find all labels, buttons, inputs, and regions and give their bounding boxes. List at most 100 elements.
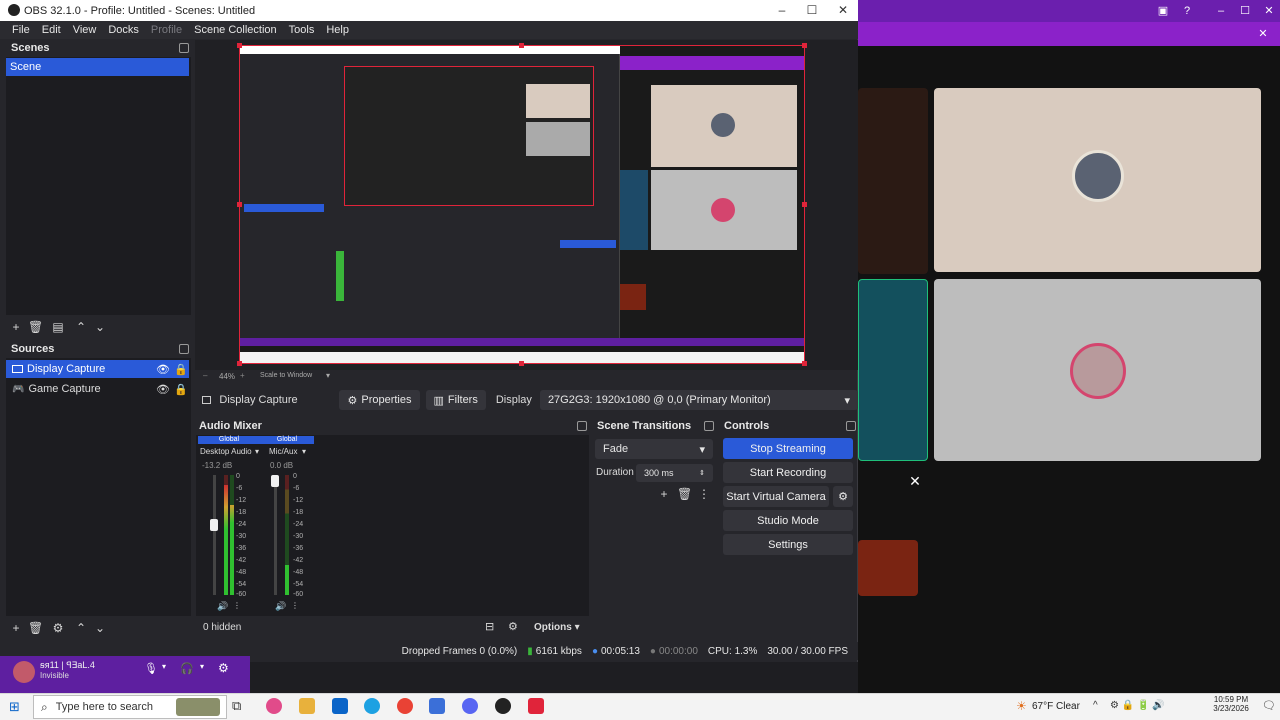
move-up-icon[interactable]: ⌃ xyxy=(74,621,88,635)
resize-handle[interactable] xyxy=(802,202,807,207)
weather-text[interactable]: 67°F Clear xyxy=(1032,701,1080,712)
studio-mode-button[interactable]: Studio Mode xyxy=(723,510,853,531)
menu-tools[interactable]: Tools xyxy=(283,24,321,36)
resize-handle[interactable] xyxy=(802,361,807,366)
obs-taskbar-icon[interactable] xyxy=(495,698,511,714)
taskbar-search-input[interactable]: ⌕ Type here to search xyxy=(33,695,227,719)
lock-icon[interactable]: 🔒 xyxy=(174,363,188,376)
chevron-down-icon[interactable]: ▾ xyxy=(255,447,259,456)
transition-select[interactable]: Fade ▾ xyxy=(595,439,713,459)
notification-icon[interactable]: 🗨 xyxy=(1262,699,1276,712)
scale-mode[interactable]: Scale to Window xyxy=(260,372,312,379)
remove-transition-icon[interactable]: 🗑 xyxy=(677,487,692,501)
volume-slider[interactable] xyxy=(213,475,216,595)
taskbar-clock[interactable]: 10:59 PM 3/23/2026 xyxy=(1206,695,1256,713)
minimize-icon[interactable]: – xyxy=(768,2,796,19)
properties-button[interactable]: ⚙ Properties xyxy=(339,390,420,410)
advanced-audio-icon[interactable]: ⚙ xyxy=(508,620,518,633)
menu-profile[interactable]: Profile xyxy=(145,24,188,36)
channel-name[interactable]: Desktop Audio xyxy=(200,447,252,456)
volume-slider-handle[interactable] xyxy=(210,519,218,531)
layout-toggle-icon[interactable]: ⊟ xyxy=(485,620,494,633)
dock-float-icon[interactable] xyxy=(179,344,189,354)
menu-help[interactable]: Help xyxy=(320,24,355,36)
visibility-eye-icon[interactable]: 👁 xyxy=(156,363,170,376)
preview-canvas[interactable] xyxy=(239,45,805,364)
help-icon[interactable]: ? xyxy=(1180,4,1194,18)
maximize-icon[interactable]: ☐ xyxy=(1238,4,1252,18)
move-down-icon[interactable]: ⌄ xyxy=(93,621,107,635)
move-down-icon[interactable]: ⌄ xyxy=(93,320,107,334)
chrome-icon[interactable] xyxy=(397,698,413,714)
participant-tile[interactable] xyxy=(934,88,1261,272)
source-item-game-capture[interactable]: 🎮 Game Capture 👁 🔒 xyxy=(6,380,189,398)
speaker-icon[interactable]: 🔊 xyxy=(275,601,286,612)
microphone-icon[interactable]: 🎙 xyxy=(144,662,158,675)
channel-name[interactable]: Mic/Aux xyxy=(269,447,297,456)
move-up-icon[interactable]: ⌃ xyxy=(74,320,88,334)
maximize-icon[interactable]: ☐ xyxy=(798,2,826,19)
close-icon[interactable]: ✕ xyxy=(1262,4,1276,18)
zoom-out-icon[interactable]: – xyxy=(203,371,207,380)
close-icon[interactable]: ✕ xyxy=(829,2,857,19)
resize-handle[interactable] xyxy=(237,361,242,366)
menu-docks[interactable]: Docks xyxy=(102,24,145,36)
display-select[interactable]: 27G2G3: 1920x1080 @ 0,0 (Primary Monitor… xyxy=(539,390,858,410)
volume-slider-handle[interactable] xyxy=(271,475,279,487)
add-scene-icon[interactable]: + xyxy=(9,320,23,334)
menu-edit[interactable]: Edit xyxy=(36,24,67,36)
start-recording-button[interactable]: Start Recording xyxy=(723,462,853,483)
discord-icon[interactable] xyxy=(462,698,478,714)
menu-scene-collection[interactable]: Scene Collection xyxy=(188,24,283,36)
chevron-down-icon[interactable]: ▾ xyxy=(162,662,166,671)
source-settings-gear-icon[interactable]: ⚙ xyxy=(51,621,65,635)
source-item-display-capture[interactable]: Display Capture 👁 🔒 xyxy=(6,360,189,378)
dock-float-icon[interactable] xyxy=(179,43,189,53)
add-source-icon[interactable]: + xyxy=(9,621,23,635)
scene-filters-icon[interactable]: ▤ xyxy=(51,320,65,334)
tray-icons[interactable]: ⚙ 🔒 🔋 🔊 xyxy=(1110,700,1165,711)
chevron-down-icon[interactable]: ▾ xyxy=(200,662,204,671)
app-red-icon[interactable] xyxy=(528,698,544,714)
task-view-icon[interactable]: ⧉ xyxy=(232,698,248,714)
dock-float-icon[interactable] xyxy=(704,421,714,431)
store-icon[interactable] xyxy=(332,698,348,714)
start-virtual-camera-button[interactable]: Start Virtual Camera xyxy=(723,486,829,507)
virtual-camera-gear-icon[interactable]: ⚙ xyxy=(833,486,853,507)
app-icon[interactable] xyxy=(429,698,445,714)
options-button[interactable]: Options ▾ xyxy=(534,622,580,633)
close-icon[interactable]: ✕ xyxy=(908,474,922,488)
scene-item[interactable]: Scene xyxy=(6,58,189,76)
channel-menu-icon[interactable]: ⋮ xyxy=(233,601,241,610)
zoom-in-icon[interactable]: + xyxy=(240,371,245,380)
gear-icon[interactable]: ⚙ xyxy=(218,661,229,675)
lock-icon[interactable]: 🔒 xyxy=(174,383,188,396)
resize-handle[interactable] xyxy=(519,361,524,366)
participant-tile[interactable] xyxy=(934,279,1261,461)
windows-start-icon[interactable]: ⊞ xyxy=(9,699,20,715)
close-banner-icon[interactable]: ✕ xyxy=(1256,27,1270,41)
restore-icon[interactable]: ▣ xyxy=(1156,4,1170,18)
visibility-eye-icon[interactable]: 👁 xyxy=(156,383,170,396)
remove-source-icon[interactable]: 🗑 xyxy=(28,621,43,635)
resize-handle[interactable] xyxy=(802,43,807,48)
chevron-down-icon[interactable]: ▾ xyxy=(302,447,306,456)
show-hidden-icons-chevron[interactable]: ^ xyxy=(1093,700,1098,711)
edge-icon[interactable] xyxy=(364,698,380,714)
transition-menu-icon[interactable]: ⋮ xyxy=(697,487,711,501)
file-explorer-icon[interactable] xyxy=(299,698,315,714)
resize-handle[interactable] xyxy=(237,202,242,207)
filters-button[interactable]: ▥ Filters xyxy=(425,390,486,410)
chevron-down-icon[interactable]: ▾ xyxy=(326,371,330,380)
speaker-icon[interactable]: 🔊 xyxy=(217,601,228,612)
headphones-icon[interactable]: 🎧 xyxy=(180,662,194,675)
remove-scene-icon[interactable]: 🗑 xyxy=(28,320,43,334)
resize-handle[interactable] xyxy=(237,43,242,48)
add-transition-icon[interactable]: + xyxy=(657,487,671,501)
volume-slider[interactable] xyxy=(274,475,277,595)
resize-handle[interactable] xyxy=(519,43,524,48)
dock-float-icon[interactable] xyxy=(846,421,856,431)
copilot-icon[interactable] xyxy=(266,698,282,714)
avatar[interactable] xyxy=(13,661,35,683)
settings-button[interactable]: Settings xyxy=(723,534,853,555)
